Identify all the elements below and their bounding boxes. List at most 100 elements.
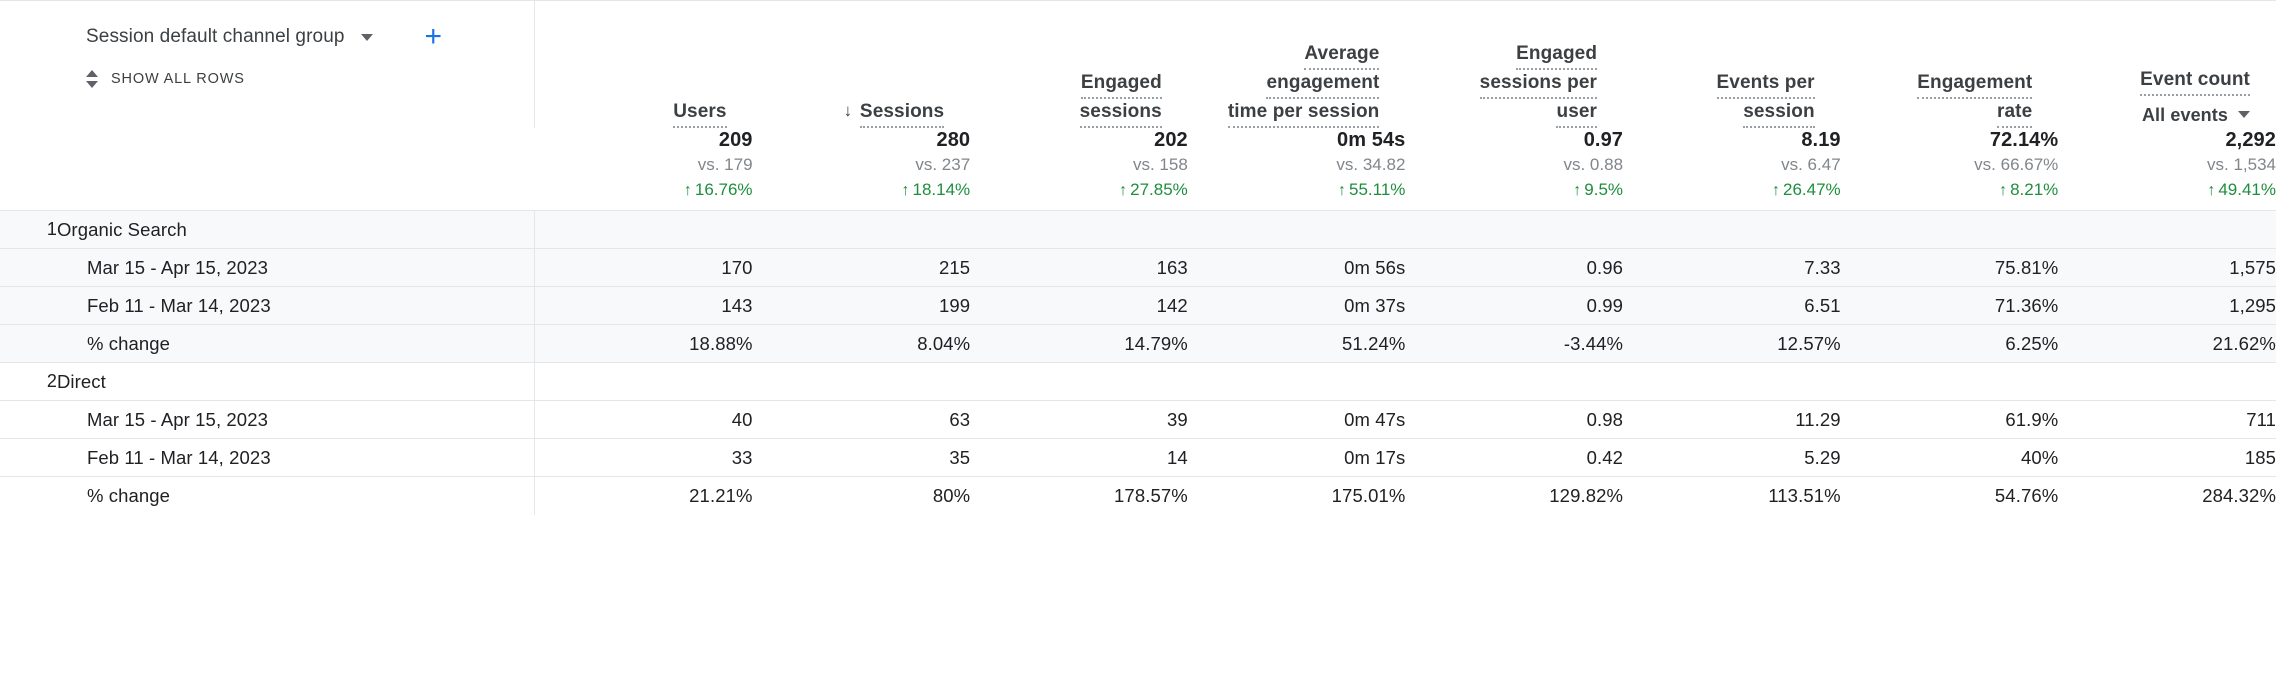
arrow-up-icon: ↑ [1119, 182, 1128, 199]
row-value-engaged_sessions: 14.79% [970, 324, 1188, 363]
summary-cell-events-per-session: 8.19 vs. 6.47 ↑ 26.47% [1623, 128, 1841, 211]
row-subrow-label: Mar 15 - Apr 15, 2023 [56, 400, 536, 439]
table-group-row[interactable]: 2 Direct [0, 362, 2276, 401]
column-header-average-engagement-time-per-session[interactable]: Average engagement time per session [1188, 0, 1406, 128]
table-row[interactable]: % change 21.21% 80% 178.57% 175.01% 129.82% 11… [0, 476, 2276, 515]
row-value-eng_per_user [1405, 362, 1624, 401]
row-value-avg_engagement: 0m 56s [1187, 248, 1406, 287]
row-value-event_count: 284.32% [2058, 476, 2276, 515]
table-header: Session default channel group + SHOW ALL… [0, 0, 2276, 211]
row-value-events_per_sess: 113.51% [1623, 476, 1841, 515]
column-header-line: Sessions [859, 99, 945, 128]
column-header-line: Users [673, 99, 727, 128]
row-index [0, 400, 57, 439]
table-row[interactable]: % change 18.88% 8.04% 14.79% 51.24% -3.44% 12.… [0, 324, 2276, 363]
column-header-line: Average [1304, 41, 1380, 70]
row-value-users: 170 [534, 248, 753, 287]
row-value-sessions: 80% [752, 476, 971, 515]
chevron-down-icon[interactable] [360, 33, 373, 41]
chevron-down-icon[interactable] [2238, 111, 2250, 118]
summary-cell-users: 209 vs. 179 ↑ 16.76% [535, 128, 753, 211]
column-header-line: Events per [1716, 70, 1815, 99]
table-row[interactable]: Feb 11 - Mar 14, 2023 143 199 142 0m 37s 0.99… [0, 286, 2276, 325]
row-value-engaged_sessions [970, 210, 1188, 249]
table-row[interactable]: Feb 11 - Mar 14, 2023 33 35 14 0m 17s 0.42 5.2… [0, 438, 2276, 477]
arrow-up-icon: ↑ [1338, 182, 1346, 199]
summary-value: 2,292 [2225, 129, 2276, 151]
sort-descending-icon[interactable]: ↓ [841, 98, 855, 123]
row-index [0, 248, 57, 287]
row-value-eng_per_user: -3.44% [1405, 324, 1624, 363]
event-count-filter[interactable]: All events [2070, 103, 2250, 128]
event-count-filter-label: All events [2141, 105, 2228, 125]
summary-cell-average-engagement-time: 0m 54s vs. 34.82 ↑ 55.11% [1188, 128, 1406, 211]
summary-value: 0.97 [1583, 129, 1624, 151]
row-value-event_count: 1,575 [2058, 248, 2276, 287]
summary-comparison: vs. 179 [697, 155, 753, 174]
row-value-event_count [2058, 362, 2276, 401]
column-header-line: engagement [1266, 70, 1380, 99]
row-value-event_count: 185 [2058, 438, 2276, 477]
summary-dimension-cell [0, 128, 535, 211]
row-index [0, 324, 57, 363]
row-value-avg_engagement: 51.24% [1187, 324, 1406, 363]
row-index [0, 476, 57, 515]
summary-delta: ↑ 26.47% [1623, 178, 1841, 203]
column-header-events-per-session[interactable]: Events per session [1623, 0, 1841, 128]
column-header-users[interactable]: Users [535, 0, 753, 128]
dimension-label: Session default channel group [86, 26, 345, 47]
row-value-engagement_rate: 61.9% [1840, 400, 2059, 439]
dimension-selector[interactable]: Session default channel group + [86, 22, 534, 52]
row-subrow-label: Mar 15 - Apr 15, 2023 [56, 248, 536, 287]
show-all-rows-label: SHOW ALL ROWS [111, 71, 245, 87]
summary-delta: ↑ 18.14% [753, 178, 971, 203]
row-value-event_count: 711 [2058, 400, 2276, 439]
dimension-header-cell: Session default channel group + SHOW ALL… [0, 0, 535, 128]
summary-delta-value: 55.11% [1349, 180, 1406, 199]
summary-value: 72.14% [1989, 129, 2059, 151]
plus-icon[interactable]: + [425, 22, 443, 52]
summary-cell-engagement-rate: 72.14% vs. 66.67% ↑ 8.21% [1841, 128, 2059, 211]
row-dimension-label[interactable]: Organic Search [56, 210, 536, 249]
table-group-row[interactable]: 1 Organic Search [0, 210, 2276, 249]
column-header-engaged-sessions[interactable]: Engaged sessions [970, 0, 1188, 128]
column-header-sessions[interactable]: ↓ Sessions [753, 0, 971, 128]
row-value-events_per_sess: 7.33 [1623, 248, 1841, 287]
arrow-up-icon: ↑ [1771, 182, 1780, 199]
summary-delta-value: 18.14% [912, 180, 971, 199]
summary-value: 280 [936, 129, 971, 151]
column-header-engaged-sessions-per-user[interactable]: Engaged sessions per user [1405, 0, 1623, 128]
summary-value: 8.19 [1801, 129, 1841, 151]
summary-row: 209 vs. 179 ↑ 16.76% 280 vs. 237 ↑ 18.14% … [0, 128, 2276, 211]
row-dimension-label[interactable]: Direct [56, 362, 536, 401]
row-value-users [534, 210, 753, 249]
table-row[interactable]: Mar 15 - Apr 15, 2023 170 215 163 0m 56s 0.96… [0, 248, 2276, 287]
summary-delta-value: 26.47% [1782, 180, 1841, 199]
table-top-divider [0, 0, 2276, 1]
row-value-event_count: 1,295 [2058, 286, 2276, 325]
row-value-eng_per_user: 0.42 [1405, 438, 1624, 477]
row-index: 1 [0, 210, 57, 249]
row-value-engaged_sessions: 142 [970, 286, 1188, 325]
row-value-sessions: 8.04% [752, 324, 971, 363]
column-header-engagement-rate[interactable]: Engagement rate [1841, 0, 2059, 128]
summary-comparison: vs. 1,534 [2207, 155, 2276, 174]
summary-delta-value: 8.21% [2010, 180, 2059, 199]
row-value-sessions [752, 210, 971, 249]
row-index [0, 286, 57, 325]
row-value-engaged_sessions: 14 [970, 438, 1188, 477]
row-value-sessions [752, 362, 971, 401]
column-header-line: sessions per [1479, 70, 1598, 99]
column-header-event-count[interactable]: Event count All events [2058, 0, 2276, 128]
row-value-events_per_sess [1623, 362, 1841, 401]
summary-comparison: vs. 34.82 [1336, 155, 1406, 174]
show-all-rows-button[interactable]: SHOW ALL ROWS [86, 70, 534, 88]
table-row[interactable]: Mar 15 - Apr 15, 2023 40 63 39 0m 47s 0.98 11.… [0, 400, 2276, 439]
row-value-engagement_rate: 6.25% [1840, 324, 2059, 363]
summary-value: 202 [1154, 129, 1188, 151]
summary-delta-value: 9.5% [1584, 180, 1624, 199]
row-value-avg_engagement: 175.01% [1187, 476, 1406, 515]
row-value-eng_per_user: 0.96 [1405, 248, 1624, 287]
arrow-up-icon: ↑ [901, 182, 910, 199]
row-value-sessions: 63 [752, 400, 971, 439]
